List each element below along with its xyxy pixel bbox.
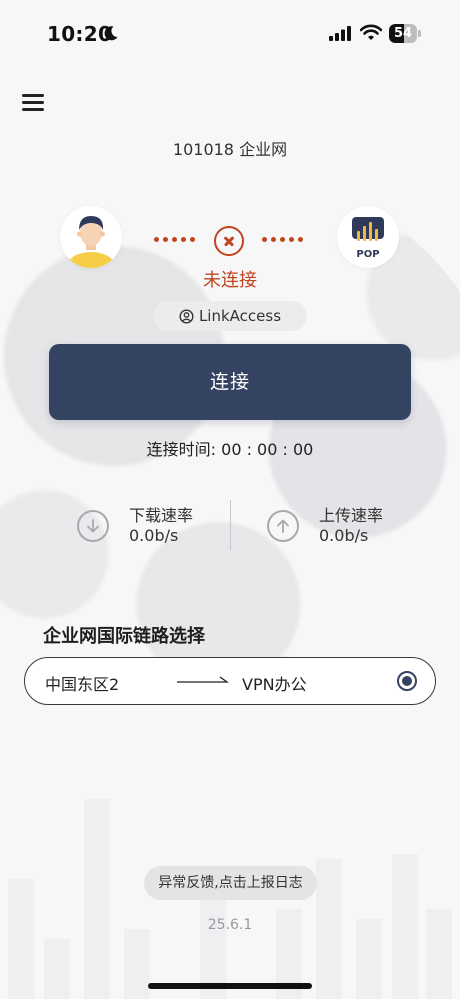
user-circle-icon — [179, 308, 194, 324]
page-title: 101018 企业网 — [172, 140, 288, 159]
server-icon — [352, 217, 384, 241]
pop-label: POP — [356, 249, 380, 260]
feedback-button[interactable]: 异常反馈,点击上报日志 — [144, 866, 317, 900]
connect-button[interactable]: 连接 — [49, 344, 411, 420]
route-option[interactable]: 中国东区2 VPN办公 — [24, 657, 436, 705]
person-icon — [67, 216, 115, 268]
route-from: 中国东区2 — [45, 675, 120, 694]
main-content: 101018 企业网 POP 未连接 LinkAccess 连接 连接时间: 0… — [0, 0, 460, 999]
route-to: VPN办公 — [242, 675, 307, 694]
connection-dots-left — [154, 237, 195, 242]
account-selector[interactable]: LinkAccess — [153, 301, 307, 331]
download-speed-label: 下载速率 — [129, 506, 194, 525]
user-avatar — [60, 206, 122, 268]
arrow-right-icon — [177, 676, 229, 683]
upload-speed-value: 0.0b/s — [319, 526, 369, 545]
account-name: LinkAccess — [198, 307, 282, 325]
pop-server-node: POP — [337, 206, 399, 268]
upload-speed-label: 上传速率 — [319, 506, 384, 525]
speed-divider — [230, 500, 231, 550]
menu-button[interactable] — [22, 92, 46, 112]
upload-arrow-icon — [267, 510, 299, 542]
disconnected-icon — [214, 226, 244, 256]
connection-status: 未连接 — [203, 270, 257, 291]
route-section-title: 企业网国际链路选择 — [43, 626, 205, 647]
download-arrow-icon — [77, 510, 109, 542]
connection-dots-right — [262, 237, 303, 242]
app-version: 25.6.1 — [207, 917, 253, 933]
download-speed-value: 0.0b/s — [129, 526, 179, 545]
connection-time: 连接时间: 00 : 00 : 00 — [146, 440, 314, 459]
route-radio-selected[interactable] — [397, 671, 417, 691]
home-indicator — [148, 983, 312, 989]
